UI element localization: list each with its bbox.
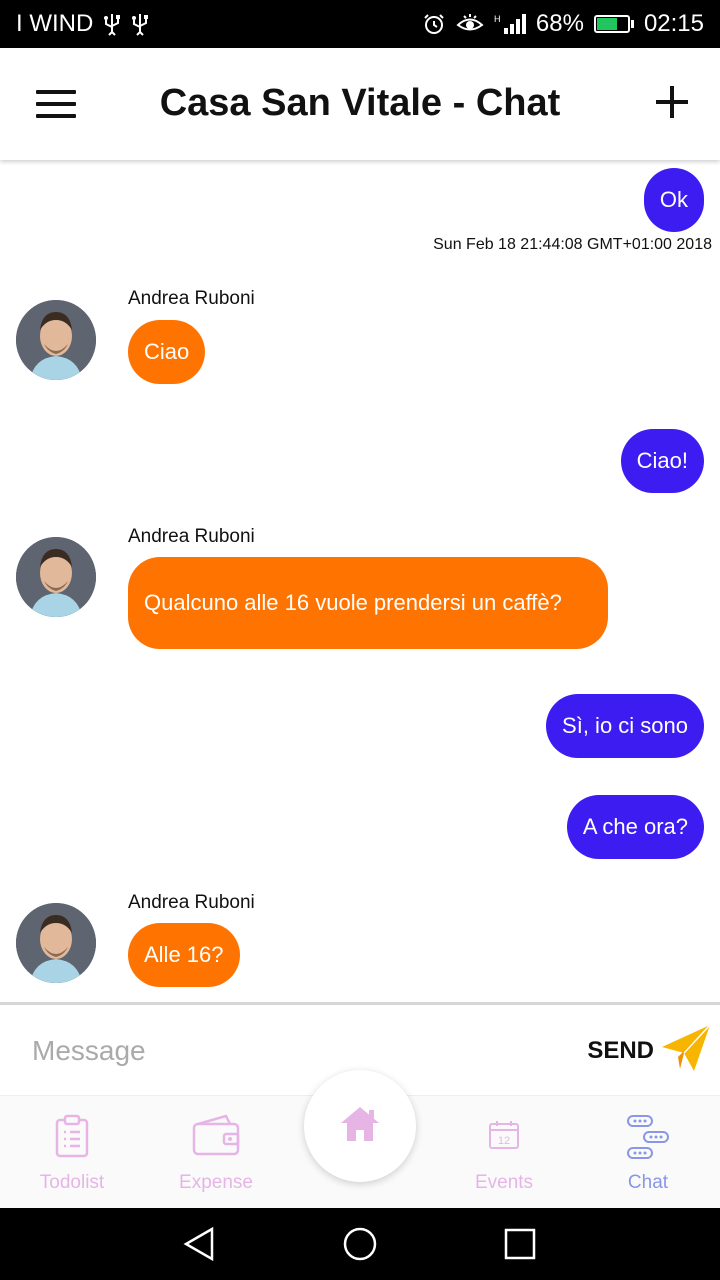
send-button[interactable]: SEND — [587, 1023, 712, 1079]
outgoing-message-bubble: Ok — [643, 168, 704, 232]
paper-plane-icon — [660, 1023, 712, 1080]
clipboard-icon — [54, 1114, 90, 1163]
nav-item-todolist[interactable]: Todolist — [0, 1096, 144, 1209]
outgoing-message-bubble: Ciao! — [620, 429, 704, 493]
nav-item-events[interactable]: 12 Events — [432, 1096, 576, 1209]
chat-icon — [624, 1114, 672, 1167]
recents-button[interactable] — [502, 1226, 538, 1262]
calendar-day: 12 — [498, 1135, 510, 1147]
alarm-icon — [422, 12, 446, 36]
status-bar: I WIND H 68% 02:15 — [0, 0, 720, 48]
signal-icon: H — [494, 12, 526, 36]
nav-item-expense[interactable]: Expense — [144, 1096, 288, 1209]
nav-label-expense: Expense — [179, 1172, 253, 1193]
nav-label-events: Events — [474, 1172, 534, 1193]
home-icon — [339, 1105, 381, 1148]
carrier-name: I WIND — [16, 10, 94, 37]
sender-name: Andrea Ruboni — [128, 892, 255, 913]
incoming-message-bubble: Alle 16? — [128, 923, 240, 987]
usb-icon — [103, 12, 121, 36]
back-button[interactable] — [182, 1226, 218, 1262]
battery-icon — [593, 15, 634, 33]
incoming-message-bubble: Qualcuno alle 16 vuole prendersi un caff… — [128, 557, 608, 649]
incoming-message-bubble: Ciao — [128, 320, 206, 384]
nav-label-todolist: Todolist — [39, 1172, 105, 1193]
home-button[interactable] — [304, 1070, 416, 1182]
calendar-icon: 12 — [488, 1114, 520, 1163]
message-input[interactable] — [32, 1029, 552, 1073]
usb-icon — [131, 12, 149, 36]
chat-messages[interactable]: Ok Sun Feb 18 21:44:08 GMT+01:00 2018 An… — [0, 160, 720, 1002]
clock: 02:15 — [643, 10, 704, 37]
avatar[interactable] — [16, 903, 96, 983]
sender-name: Andrea Ruboni — [128, 526, 255, 547]
page-title: Casa San Vitale - Chat — [159, 82, 561, 124]
home-circle-icon — [343, 1227, 377, 1261]
sender-name: Andrea Ruboni — [128, 288, 255, 309]
status-bar-right: H 68% 02:15 — [422, 10, 704, 38]
nav-label-chat: Chat — [627, 1172, 669, 1193]
app-bar: Casa San Vitale - Chat — [0, 48, 720, 160]
home-system-button[interactable] — [342, 1226, 378, 1262]
outgoing-message-bubble: Sì, io ci sono — [546, 694, 704, 758]
wallet-icon — [192, 1114, 240, 1163]
status-bar-left: I WIND — [16, 10, 149, 38]
eye-icon — [456, 12, 484, 36]
battery-percent: 68% — [535, 10, 584, 37]
recents-square-icon — [504, 1228, 536, 1260]
back-triangle-icon — [183, 1226, 214, 1262]
system-navigation-bar — [0, 1208, 720, 1280]
add-button[interactable] — [654, 84, 690, 120]
nav-item-chat[interactable]: Chat — [576, 1096, 720, 1209]
outgoing-message-bubble: A che ora? — [566, 795, 704, 859]
avatar[interactable] — [16, 300, 96, 380]
svg-text:H: H — [494, 14, 501, 24]
message-timestamp: Sun Feb 18 21:44:08 GMT+01:00 2018 — [433, 236, 712, 253]
avatar[interactable] — [16, 537, 96, 617]
send-label: SEND — [587, 1037, 654, 1064]
